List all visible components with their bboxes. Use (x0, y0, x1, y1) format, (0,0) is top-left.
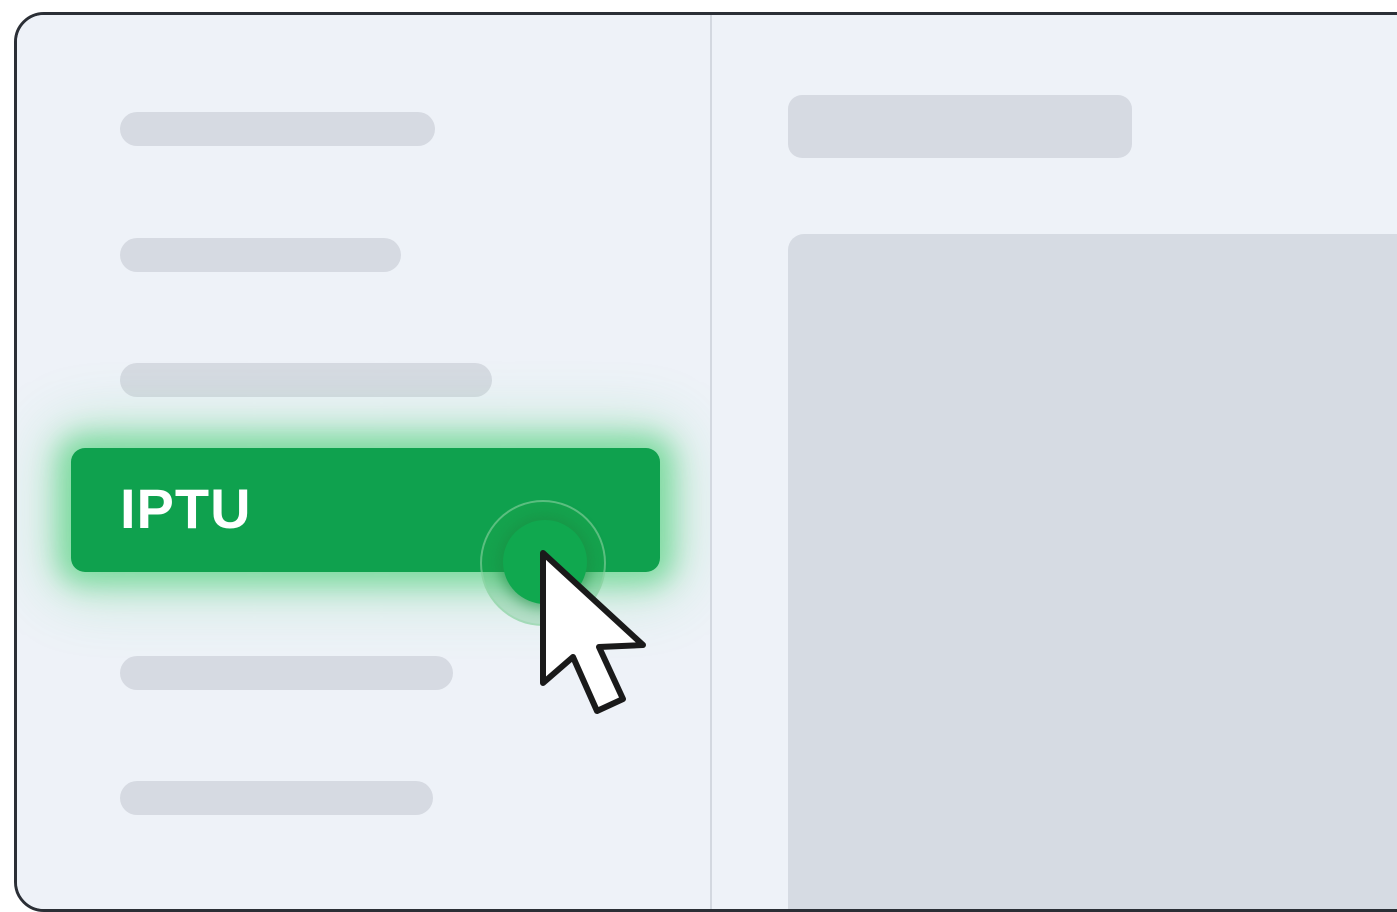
sidebar-item-label: IPTU (120, 477, 252, 540)
sidebar-item-placeholder[interactable] (120, 781, 433, 815)
sidebar-item-placeholder[interactable] (120, 363, 492, 397)
sidebar-item-placeholder[interactable] (120, 112, 435, 146)
sidebar-item-placeholder[interactable] (120, 656, 453, 690)
app-window: IPTU (14, 12, 1397, 912)
header-placeholder (788, 95, 1132, 158)
mouse-pointer-icon (540, 550, 646, 714)
sidebar: IPTU (17, 15, 710, 909)
main-panel (712, 15, 1397, 909)
sidebar-item-placeholder[interactable] (120, 238, 401, 272)
content-placeholder (788, 234, 1397, 909)
